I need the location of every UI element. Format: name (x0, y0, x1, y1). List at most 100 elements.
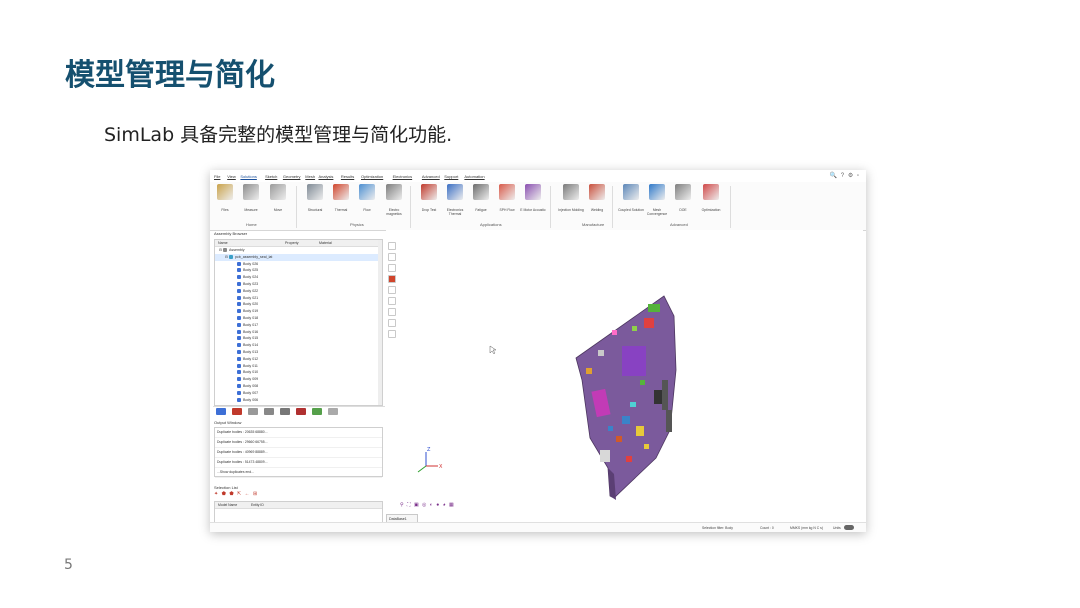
menu-item-optimization[interactable]: Optimization (361, 174, 383, 179)
tool-label: Thermal (334, 208, 348, 212)
tree-body-item[interactable]: Body 015 (215, 335, 382, 342)
menu-item-advanced[interactable]: Advanced (422, 174, 440, 179)
tab-groups-icon[interactable] (232, 408, 242, 415)
body-icon (237, 316, 241, 321)
tree-body-item[interactable]: Body 017 (215, 322, 382, 329)
window-controls[interactable]: 🔍 ? ⚙ ▫ (830, 172, 860, 179)
tool-structural[interactable]: Structural (302, 184, 328, 212)
tab-misc-icon[interactable] (328, 408, 338, 415)
units-toggle[interactable] (844, 525, 854, 530)
col-material[interactable]: Material (319, 241, 332, 245)
tool-thermal[interactable]: Thermal (328, 184, 354, 212)
tab-props-icon[interactable] (248, 408, 258, 415)
body-label: Body 025 (243, 268, 259, 273)
menu-item-results[interactable]: Results (341, 174, 354, 179)
tree-body-item[interactable]: Body 014 (215, 342, 382, 349)
selection-list-title: Selection List (214, 485, 238, 490)
tool-move[interactable]: Move (265, 184, 291, 212)
tree-body-item[interactable]: Body 025 (215, 267, 382, 274)
tool-label: Files (221, 208, 229, 212)
tool-electro-magnetics[interactable]: Electro magnetics (381, 184, 407, 216)
tree-body-item[interactable]: Body 023 (215, 281, 382, 288)
tab-materials-icon[interactable] (264, 408, 274, 415)
menu-item-analysis[interactable]: Analysis (319, 174, 334, 179)
tree-body-item[interactable]: Body 019 (215, 308, 382, 315)
tool-files[interactable]: Files (212, 184, 238, 212)
tool-injection-molding[interactable]: Injection Molding (558, 184, 584, 212)
tool-electronics-thermal[interactable]: Electronics Thermal (442, 184, 468, 216)
unit-system[interactable]: MMKS (mm kg N C s) (790, 526, 823, 530)
menu-item-support[interactable]: Support (444, 174, 458, 179)
body-label: Body 018 (243, 315, 259, 320)
menu-item-automation[interactable]: Automation (464, 174, 484, 179)
assembly-browser-title: Assembly Browser (214, 231, 248, 236)
body-icon (237, 383, 241, 388)
menu-item-electronics[interactable]: Electronics (393, 174, 413, 179)
tree-selected-model[interactable]: ⊟ pcb_assembly_seal_lat (215, 253, 382, 261)
body-icon (237, 282, 241, 287)
tool-drop-test[interactable]: Drop Test (416, 184, 442, 212)
tool-label: Optimization (701, 208, 721, 212)
menu-item-mesh[interactable]: Mesh (305, 174, 315, 179)
page-number: 5 (64, 557, 73, 573)
tree-body-item[interactable]: Body 026 (215, 261, 382, 268)
tool-electro-magnetics-icon (386, 184, 402, 200)
tool-flow[interactable]: Flow (354, 184, 380, 212)
tree-body-item[interactable]: Body 008 (215, 383, 382, 390)
col-property[interactable]: Property (285, 241, 299, 245)
tool-label: Mesh Convergence (646, 208, 668, 216)
tool-coupled-solution[interactable]: Coupled Solution (618, 184, 644, 212)
body-label: Body 017 (243, 322, 259, 327)
output-log[interactable]: Duplicate bodies : 20635 68880... Duplica… (214, 427, 383, 478)
tab-loads-icon[interactable] (280, 408, 290, 415)
tree-body-item[interactable]: Body 011 (215, 363, 382, 370)
tree-body-item[interactable]: Body 013 (215, 349, 382, 356)
tab-results-icon[interactable] (312, 408, 322, 415)
tree-body-item[interactable]: Body 020 (215, 301, 382, 308)
tree-root[interactable]: ⊟ Assembly (215, 247, 382, 254)
col-entity-id[interactable]: Entity ID (251, 503, 264, 507)
tree-body-item[interactable]: Body 018 (215, 315, 382, 322)
tab-assembly-icon[interactable] (216, 408, 226, 415)
tree-body-item[interactable]: Body 006 (215, 397, 382, 404)
tool-e-motor-acoustic[interactable]: E Motor Acoustic (520, 184, 546, 212)
body-label: Body 026 (243, 261, 259, 266)
tool-mesh-convergence[interactable]: Mesh Convergence (644, 184, 670, 216)
menu-item-geometry[interactable]: Geometry (283, 174, 301, 179)
assembly-tree[interactable]: Name Property Material ⊟ Assembly ⊟ pcb_… (214, 239, 383, 406)
menu-item-file[interactable]: File (214, 174, 220, 179)
tab-tools-icon[interactable] (296, 408, 306, 415)
col-name[interactable]: Name (218, 241, 228, 245)
selection-tools[interactable]: ✦ ⬟ ⬟ ⇱ ← ⊞ (214, 491, 258, 499)
menu-item-solutions[interactable]: Solutions (240, 174, 256, 179)
menu-item-view[interactable]: View (227, 174, 236, 179)
tree-scrollbar[interactable] (378, 240, 382, 405)
tool-fatigue[interactable]: Fatigue (468, 184, 494, 212)
body-label: Body 014 (243, 343, 259, 348)
body-icon (237, 363, 241, 368)
tool-electronics-thermal-icon (447, 184, 463, 200)
tree-body-item[interactable]: Body 012 (215, 356, 382, 363)
tree-body-item[interactable]: Body 016 (215, 329, 382, 336)
body-label: Body 019 (243, 309, 259, 314)
body-icon (237, 343, 241, 348)
tool-sph-flow[interactable]: SPH Flow (494, 184, 520, 212)
body-label: Body 008 (243, 383, 259, 388)
tool-doe[interactable]: DOE (670, 184, 696, 212)
col-model-name[interactable]: Model Name (218, 503, 237, 507)
tool-optimization[interactable]: Optimization (698, 184, 724, 212)
slide-title: 模型管理与简化 (65, 58, 275, 93)
selection-filter[interactable]: Selection filter: Body (702, 526, 733, 530)
body-label: Body 021 (243, 295, 259, 300)
tree-body-item[interactable]: Body 007 (215, 390, 382, 397)
tool-welding[interactable]: Welding (584, 184, 610, 212)
tree-body-item[interactable]: Body 009 (215, 376, 382, 383)
tree-body-item[interactable]: Body 021 (215, 295, 382, 302)
tree-body-item[interactable]: Body 022 (215, 288, 382, 295)
tree-body-item[interactable]: Body 010 (215, 369, 382, 376)
menu-item-sketch[interactable]: Sketch (265, 174, 277, 179)
view-bottom-toolbar[interactable]: ⚲ ⛶ ▣ ◎ ◐ ● ◕ ▦ (400, 502, 455, 510)
tool-measure[interactable]: Measure (238, 184, 264, 212)
graphics-viewport[interactable]: Z X ⚲ ⛶ ▣ ◎ ◐ ● ◕ ▦ (386, 230, 863, 514)
tree-body-item[interactable]: Body 024 (215, 274, 382, 281)
